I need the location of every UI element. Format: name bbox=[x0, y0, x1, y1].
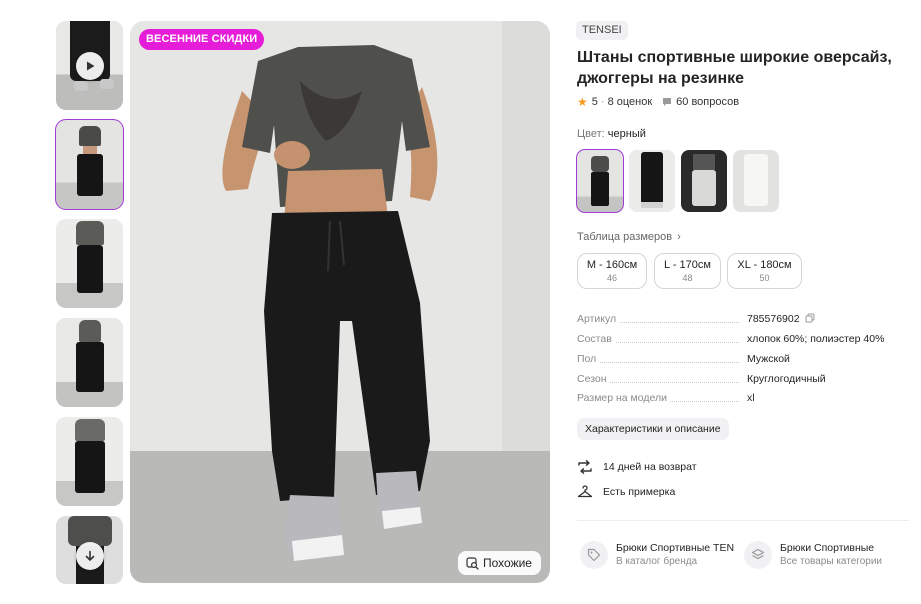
thumbnail-4[interactable] bbox=[56, 417, 123, 506]
size-label: XL - 180см bbox=[737, 259, 792, 271]
play-button[interactable] bbox=[75, 51, 104, 80]
category-card[interactable]: Брюки Спортивные Все товары категории bbox=[744, 541, 882, 569]
spec-value: хлопок 60%; полиэстер 40% bbox=[747, 333, 885, 345]
color-row: Цвет: черный bbox=[577, 128, 646, 140]
spec-row-model-size: Размер на модели xl bbox=[577, 391, 889, 405]
feature-return[interactable]: 14 дней на возврат bbox=[577, 460, 697, 474]
chevron-right-icon: › bbox=[677, 231, 681, 243]
thumbnail-3[interactable] bbox=[56, 318, 123, 407]
color-swatch-grey[interactable] bbox=[681, 150, 727, 212]
product-title: Штаны спортивные широкие оверсайз, джогг… bbox=[577, 49, 892, 87]
questions-count: 60 вопросов bbox=[676, 96, 740, 108]
color-label: Цвет: bbox=[577, 128, 605, 140]
return-arrows-icon bbox=[578, 460, 592, 474]
article-number[interactable]: 785576902 bbox=[747, 313, 800, 325]
card-subtitle: Все товары категории bbox=[780, 556, 883, 567]
color-swatch-black-2[interactable] bbox=[629, 150, 675, 212]
divider bbox=[577, 520, 909, 521]
thumbnail-5[interactable] bbox=[56, 516, 123, 584]
size-label: M - 160см bbox=[586, 259, 638, 271]
chat-icon bbox=[663, 98, 672, 106]
size-table-link[interactable]: Таблица размеров › bbox=[577, 231, 681, 243]
thumbnail-2[interactable] bbox=[56, 219, 123, 308]
spec-row-article: Артикул 785576902 bbox=[577, 312, 889, 326]
thumbnail-video[interactable] bbox=[56, 21, 123, 110]
thumbnail-1[interactable] bbox=[55, 119, 124, 210]
size-option-m[interactable]: M - 160см 46 bbox=[577, 253, 647, 289]
spec-row-season: Сезон Круглогодичный bbox=[577, 372, 889, 386]
brand-catalog-card[interactable]: Брюки Спортивные TENSEI В каталог бренда bbox=[580, 541, 734, 569]
characteristics-button[interactable]: Характеристики и описание bbox=[577, 418, 729, 440]
similar-button[interactable]: Похожие bbox=[458, 551, 541, 575]
spec-key: Размер на модели bbox=[577, 391, 670, 405]
search-image-icon bbox=[466, 556, 479, 570]
spec-key: Артикул bbox=[577, 312, 620, 326]
card-title: Брюки Спортивные TENSEI bbox=[616, 542, 734, 554]
product-photo bbox=[130, 21, 550, 583]
play-icon bbox=[86, 61, 94, 70]
product-page: ВЕСЕННИЕ СКИДКИ Похожие TENSEI Штаны спо… bbox=[0, 0, 921, 604]
color-value: черный bbox=[607, 128, 646, 140]
feature-label: 14 дней на возврат bbox=[603, 461, 697, 473]
brand-badge[interactable]: TENSEI bbox=[576, 21, 628, 40]
spec-row-gender: Пол Мужской bbox=[577, 352, 889, 366]
size-option-l[interactable]: L - 170см 48 bbox=[654, 253, 721, 289]
spec-key: Сезон bbox=[577, 372, 610, 386]
similar-button-label: Похожие bbox=[483, 556, 532, 570]
promo-badge: ВЕСЕННИЕ СКИДКИ bbox=[139, 29, 265, 50]
spec-value: Круглогодичный bbox=[747, 373, 826, 385]
color-swatch-black-1[interactable] bbox=[576, 149, 624, 213]
spec-value: xl bbox=[747, 392, 755, 404]
rating-row[interactable]: ★ 5 · 8 оценок 60 вопросов bbox=[577, 95, 739, 109]
rating-reviews: 8 оценок bbox=[607, 96, 653, 108]
size-table-label: Таблица размеров bbox=[577, 231, 673, 243]
star-icon: ★ bbox=[577, 95, 588, 109]
feature-label: Есть примерка bbox=[603, 486, 676, 498]
spec-value: 785576902 bbox=[747, 312, 815, 326]
spec-key: Пол bbox=[577, 352, 600, 366]
color-swatch-white[interactable] bbox=[733, 150, 779, 212]
main-product-image[interactable] bbox=[130, 21, 550, 583]
feature-fitting[interactable]: Есть примерка bbox=[577, 485, 675, 499]
card-title: Брюки Спортивные bbox=[780, 542, 875, 554]
size-option-xl[interactable]: XL - 180см 50 bbox=[727, 253, 802, 289]
tag-icon bbox=[580, 541, 608, 569]
layers-icon bbox=[744, 541, 772, 569]
rating-value: 5 bbox=[591, 96, 598, 108]
hanger-icon bbox=[577, 485, 593, 498]
spec-row-composition: Состав хлопок 60%; полиэстер 40% bbox=[577, 332, 889, 346]
scroll-down-button[interactable] bbox=[75, 542, 104, 570]
spec-value: Мужской bbox=[747, 353, 790, 365]
questions-link[interactable]: 60 вопросов bbox=[662, 96, 739, 108]
size-ru: 50 bbox=[759, 273, 770, 283]
arrow-down-icon bbox=[85, 550, 94, 561]
copy-icon[interactable] bbox=[805, 313, 815, 323]
spec-key: Состав bbox=[577, 332, 615, 346]
size-ru: 48 bbox=[682, 273, 693, 283]
size-label: L - 170см bbox=[664, 259, 711, 271]
size-ru: 46 bbox=[606, 273, 617, 283]
card-subtitle: В каталог бренда bbox=[616, 556, 698, 567]
